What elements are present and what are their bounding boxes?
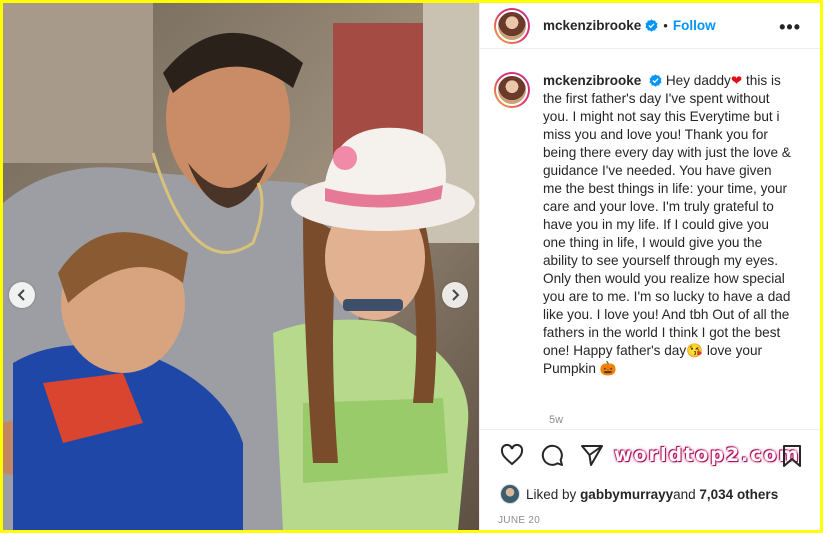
follow-button[interactable]: Follow [673, 18, 716, 33]
chevron-left-icon [17, 289, 25, 301]
verified-badge-icon [649, 74, 662, 87]
post-sidebar: mckenzibrooke • Follow ••• mckenzibrooke… [479, 3, 820, 530]
like-button[interactable] [498, 441, 526, 469]
caption-text: mckenzibrooke Hey daddy❤ this is the fir… [543, 72, 793, 428]
liked-by-prefix: Liked by [526, 486, 577, 502]
liker-avatar[interactable] [500, 484, 520, 504]
next-photo-button[interactable] [442, 282, 468, 308]
share-button[interactable] [578, 441, 606, 469]
previous-photo-button[interactable] [9, 282, 35, 308]
chevron-right-icon [452, 289, 460, 301]
liked-by-line: Liked by gabbymurrayy and 7,034 others [500, 484, 778, 504]
pumpkin-emoji: 🎃 [599, 361, 617, 376]
save-button[interactable] [781, 444, 803, 473]
more-options-button[interactable]: ••• [779, 17, 801, 38]
family-photo-image [3, 3, 479, 530]
comment-icon [541, 444, 563, 466]
heart-outline-icon [500, 443, 524, 465]
watermark-text: worldtop2.com [614, 444, 801, 466]
caption-username[interactable]: mckenzibrooke [543, 73, 641, 88]
kiss-emoji: 😘 [686, 343, 704, 358]
post-date[interactable]: JUNE 20 [498, 515, 540, 526]
post-header: mckenzibrooke • Follow ••• [480, 3, 820, 49]
author-avatar[interactable] [494, 7, 530, 44]
author-username[interactable]: mckenzibrooke [543, 18, 641, 33]
bookmark-icon [783, 445, 801, 467]
post-photo[interactable] [3, 3, 479, 530]
paper-plane-icon [581, 444, 603, 466]
instagram-post-frame: mckenzibrooke • Follow ••• mckenzibrooke… [3, 3, 820, 530]
caption-section: mckenzibrooke Hey daddy❤ this is the fir… [480, 58, 820, 428]
caption-author-avatar[interactable] [494, 72, 530, 108]
liked-by-user[interactable]: gabbymurrayy [580, 487, 673, 502]
caption-part-2: this is the first father's day I've spen… [543, 73, 791, 358]
comment-button[interactable] [538, 441, 566, 469]
caption-time-ago: 5w [549, 414, 564, 426]
verified-badge-icon [645, 19, 658, 32]
liked-by-and: and [673, 486, 696, 502]
heart-emoji: ❤ [730, 73, 743, 88]
header-separator: • [663, 18, 668, 33]
action-bar: worldtop2.com [480, 429, 820, 479]
caption-part-1: Hey daddy [665, 73, 731, 88]
likes-count[interactable]: 7,034 others [699, 487, 778, 502]
